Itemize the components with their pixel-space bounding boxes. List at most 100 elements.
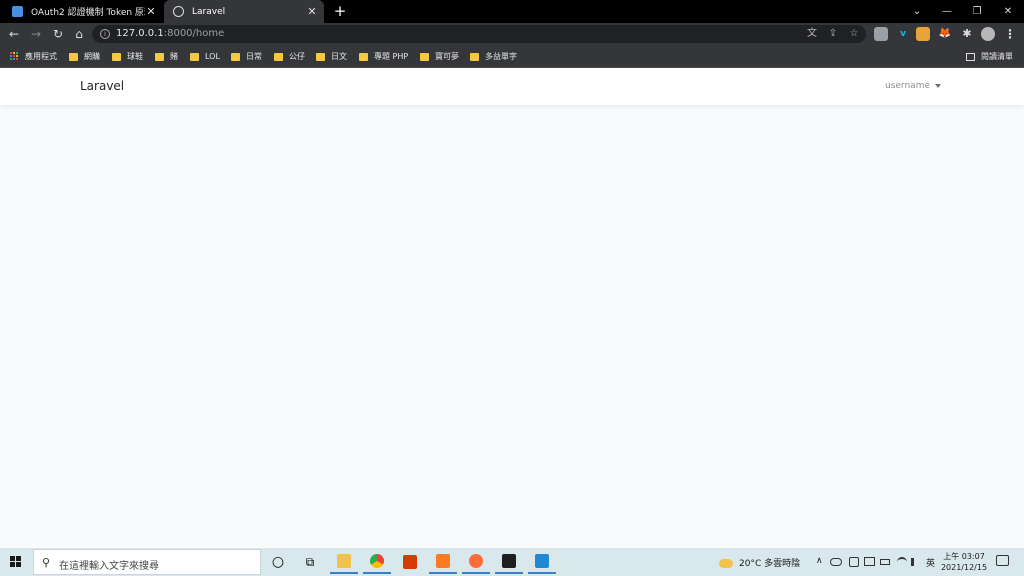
globe-icon [173,6,184,17]
bookmark-label: 日文 [331,52,347,61]
extensions-puzzle-icon[interactable]: ✱ [960,27,974,41]
tab-title: Laravel [192,6,226,17]
user-dropdown-toggle[interactable]: username [885,81,941,91]
vscode-icon[interactable] [528,550,556,574]
bookmark-folder[interactable]: 網購 [69,50,100,63]
bookmark-label: 應用程式 [25,52,57,61]
folder-icon [420,52,429,61]
tab-oauth2[interactable]: OAuth2 認證機制 Token 原理 - ‹ ✕ [0,0,163,23]
profile-avatar[interactable] [981,27,995,41]
folder-icon [69,52,78,61]
back-icon[interactable]: ← [5,25,23,43]
onedrive-icon[interactable] [830,558,842,566]
vscode-logo-icon [535,554,549,568]
bookmark-folder[interactable]: 多益單字 [470,50,517,63]
speaker-muted-icon[interactable] [911,558,921,566]
bookmark-label: 公仔 [289,52,305,61]
terminal-logo-icon [502,554,516,568]
ime-indicator[interactable]: 英 [926,556,935,569]
bookmark-label: LOL [205,52,220,61]
bookmarks-bar: 應用程式 網購 球鞋 賭 LOL 日常 公仔 日文 專題 PHP 寶可夢 多益單… [0,45,1024,68]
folder-icon [274,52,283,61]
bookmark-label: 多益單字 [485,52,517,61]
file-explorer-icon[interactable] [330,550,358,574]
close-tab-icon[interactable]: ✕ [145,5,157,18]
vimeo-icon[interactable]: v [896,27,910,41]
bookmark-folder[interactable]: 日常 [231,50,262,63]
reading-list-label: 閱讀清單 [981,52,1013,61]
wifi-icon[interactable] [897,557,907,567]
browser-menu-icon[interactable]: ⋮ [1003,27,1017,41]
chrome-icon[interactable] [363,550,391,574]
bookmark-apps[interactable]: 應用程式 [10,50,57,63]
site-favicon-icon [12,6,23,17]
terminal-icon[interactable] [495,550,523,574]
site-info-icon[interactable]: i [100,29,110,39]
task-view-icon[interactable]: ⧉ [296,550,324,574]
notification-center-icon[interactable] [996,555,1009,566]
weather-cloud-sun-icon [719,559,733,568]
reading-list-icon [966,52,975,61]
url-text[interactable]: 127.0.0.1:8000/home [116,28,224,39]
close-tab-icon[interactable]: ✕ [306,5,318,18]
share-icon[interactable]: ⇪ [827,28,839,40]
postman-icon[interactable] [462,550,490,574]
bookmark-folder[interactable]: LOL [190,50,220,63]
window-close-button[interactable]: ✕ [993,0,1023,23]
bookmark-folder[interactable]: 寶可夢 [420,50,459,63]
chrome-logo-icon [370,554,384,568]
bookmark-folder[interactable]: 日文 [316,50,347,63]
extension-icon[interactable] [916,27,930,41]
system-clock[interactable]: 上午 03:07 2021/12/15 [940,551,988,573]
bookmark-folder[interactable]: 球鞋 [112,50,143,63]
meet-now-icon[interactable] [849,557,859,567]
metamask-icon[interactable]: 🦊 [938,27,952,41]
bookmark-folder[interactable]: 公仔 [274,50,305,63]
folder-icon [337,554,351,568]
home-icon[interactable]: ⌂ [70,25,88,43]
folder-icon [359,52,368,61]
postman-logo-icon [469,554,483,568]
bookmark-folder[interactable]: 專題 PHP [359,50,408,63]
tab-search-icon[interactable]: ⌄ [902,0,932,23]
page-viewport: Laravel username [0,68,1024,548]
office-icon[interactable] [396,550,424,574]
app-navbar: Laravel username [0,68,1024,105]
office-logo-icon [403,555,417,569]
display-icon[interactable] [864,557,875,566]
bookmark-folder[interactable]: 賭 [155,50,178,63]
translate-icon[interactable]: 文 [806,28,818,40]
new-tab-button[interactable]: + [332,3,348,19]
taskbar-search-box[interactable]: ⚲ 在這裡輸入文字來搜尋 [33,549,261,575]
weather-widget[interactable]: 20°C 多雲時陰 [719,556,800,569]
url-path: :8000/home [163,28,225,39]
folder-icon [190,52,199,61]
extension-icon[interactable] [874,27,888,41]
cortana-icon[interactable]: ○ [264,550,292,574]
url-host: 127.0.0.1 [116,28,164,39]
tray-chevron-icon[interactable]: ∧ [816,556,823,566]
windows-taskbar: ⚲ 在這裡輸入文字來搜尋 ○ ⧉ 20°C 多雲時陰 ∧ 英 上午 03:07 … [0,548,1024,576]
browser-toolbar: ← → ↻ ⌂ i 127.0.0.1:8000/home 文 ⇪ ☆ v 🦊 … [0,23,1024,45]
folder-icon [231,52,240,61]
restore-button[interactable]: ❐ [962,0,992,23]
tab-laravel[interactable]: Laravel ✕ [164,0,324,23]
username-label: username [885,81,930,91]
bookmark-star-icon[interactable]: ☆ [848,28,860,40]
brand-link[interactable]: Laravel [80,79,124,93]
bookmark-label: 寶可夢 [435,52,459,61]
reading-list-button[interactable]: 閱讀清單 [966,50,1013,63]
folder-icon [470,52,479,61]
bookmark-label: 網購 [84,52,100,61]
forward-icon[interactable]: → [27,25,45,43]
xampp-icon[interactable] [429,550,457,574]
clock-time: 上午 03:07 [943,552,985,561]
battery-icon[interactable] [880,559,890,565]
address-bar[interactable]: i 127.0.0.1:8000/home 文 ⇪ ☆ [92,25,866,43]
minimize-button[interactable]: — [932,0,962,23]
windows-start-icon[interactable] [10,556,22,568]
xampp-logo-icon [436,554,450,568]
bookmark-label: 專題 PHP [374,52,409,61]
reload-icon[interactable]: ↻ [49,25,67,43]
tab-title: OAuth2 認證機制 Token 原理 - ‹ [31,8,145,18]
